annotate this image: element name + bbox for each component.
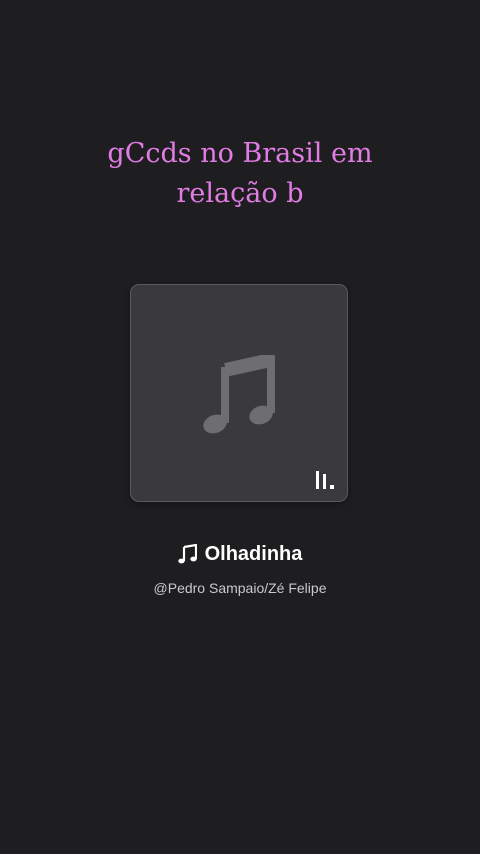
caption-line-1: gCcds no Brasil em xyxy=(107,138,373,169)
music-note-icon xyxy=(203,355,275,434)
caption-text: gCcds no Brasil em relação b xyxy=(40,134,440,214)
music-note-icon xyxy=(177,544,197,564)
track-title[interactable]: Olhadinha xyxy=(40,538,440,570)
equalizer-bars-icon xyxy=(316,471,334,489)
track-title-label: Olhadinha xyxy=(204,542,303,565)
caption-line-2: relação b xyxy=(176,178,304,209)
track-artist[interactable]: @Pedro Sampaio/Zé Felipe xyxy=(40,578,440,598)
album-artwork[interactable] xyxy=(130,284,348,502)
